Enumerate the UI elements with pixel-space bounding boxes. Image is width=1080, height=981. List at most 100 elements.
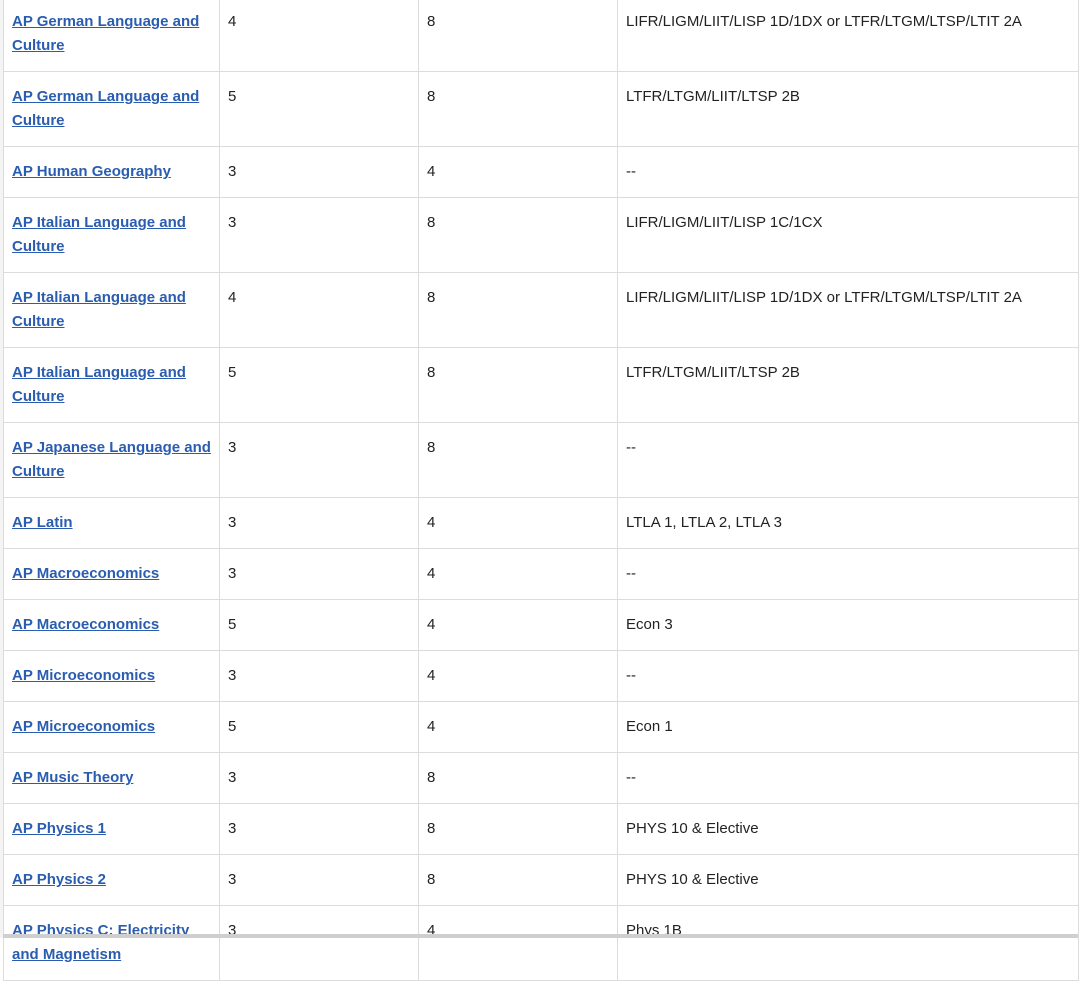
exam-cell: AP Human Geography: [3, 146, 220, 198]
table-row: AP Physics C: Electricity and Magnetism 3…: [3, 905, 1079, 981]
course-credit-cell: Econ 3: [617, 599, 1079, 651]
exam-cell: AP Italian Language and Culture: [3, 347, 220, 423]
exam-cell: AP Microeconomics: [3, 701, 220, 753]
course-credit-cell: LIFR/LIGM/LIIT/LISP 1D/1DX or LTFR/LTGM/…: [617, 272, 1079, 348]
course-credit-cell: --: [617, 146, 1079, 198]
exam-link[interactable]: AP German Language and Culture: [12, 88, 199, 129]
units-cell: 4: [418, 905, 618, 981]
course-credit-cell: --: [617, 422, 1079, 498]
exam-cell: AP Macroeconomics: [3, 599, 220, 651]
units-cell: 8: [418, 0, 618, 72]
table-row: AP Latin 3 4 LTLA 1, LTLA 2, LTLA 3: [3, 497, 1079, 549]
units-cell: 4: [418, 146, 618, 198]
table-row: AP Microeconomics 5 4 Econ 1: [3, 701, 1079, 753]
table-row: AP Italian Language and Culture 5 8 LTFR/LT…: [3, 347, 1079, 423]
exam-cell: AP Physics 1: [3, 803, 220, 855]
exam-cell: AP Japanese Language and Culture: [3, 422, 220, 498]
units-cell: 8: [418, 803, 618, 855]
score-cell: 5: [219, 347, 419, 423]
score-cell: 3: [219, 197, 419, 273]
exam-link[interactable]: AP Macroeconomics: [12, 565, 159, 582]
table-row: AP German Language and Culture 5 8 LTFR/LTG…: [3, 71, 1079, 147]
score-cell: 4: [219, 0, 419, 72]
ap-credit-table: AP German Language and Culture 4 8 LIFR/LIG…: [3, 0, 1079, 981]
score-cell: 3: [219, 497, 419, 549]
exam-link[interactable]: AP Italian Language and Culture: [12, 214, 186, 255]
course-credit-cell: LTLA 1, LTLA 2, LTLA 3: [617, 497, 1079, 549]
exam-cell: AP Physics 2: [3, 854, 220, 906]
units-cell: 8: [418, 71, 618, 147]
score-cell: 5: [219, 599, 419, 651]
units-cell: 8: [418, 422, 618, 498]
score-cell: 5: [219, 701, 419, 753]
exam-link[interactable]: AP Physics 1: [12, 820, 106, 837]
course-credit-cell: PHYS 10 & Elective: [617, 803, 1079, 855]
exam-link[interactable]: AP Italian Language and Culture: [12, 289, 186, 330]
score-cell: 3: [219, 905, 419, 981]
exam-link[interactable]: AP Macroeconomics: [12, 616, 159, 633]
exam-link[interactable]: AP Physics C: Electricity and Magnetism: [12, 922, 189, 963]
exam-link[interactable]: AP Microeconomics: [12, 718, 155, 735]
course-credit-cell: Phys 1B: [617, 905, 1079, 981]
exam-cell: AP Macroeconomics: [3, 548, 220, 600]
course-credit-cell: LTFR/LTGM/LIIT/LTSP 2B: [617, 347, 1079, 423]
units-cell: 8: [418, 197, 618, 273]
exam-cell: AP Microeconomics: [3, 650, 220, 702]
exam-cell: AP Latin: [3, 497, 220, 549]
course-credit-cell: --: [617, 752, 1079, 804]
table-row: AP Macroeconomics 5 4 Econ 3: [3, 599, 1079, 651]
exam-cell: AP Italian Language and Culture: [3, 197, 220, 273]
table-row: AP Macroeconomics 3 4 --: [3, 548, 1079, 600]
horizontal-scrollbar[interactable]: [3, 934, 1078, 938]
exam-link[interactable]: AP Microeconomics: [12, 667, 155, 684]
score-cell: 3: [219, 803, 419, 855]
units-cell: 8: [418, 854, 618, 906]
course-credit-cell: LIFR/LIGM/LIIT/LISP 1D/1DX or LTFR/LTGM/…: [617, 0, 1079, 72]
table-row: AP Music Theory 3 8 --: [3, 752, 1079, 804]
table-row: AP Microeconomics 3 4 --: [3, 650, 1079, 702]
table-body: AP German Language and Culture 4 8 LIFR/LIG…: [3, 0, 1079, 981]
score-cell: 3: [219, 548, 419, 600]
course-credit-cell: --: [617, 548, 1079, 600]
table-row: AP Italian Language and Culture 3 8 LIFR/LI…: [3, 197, 1079, 273]
course-credit-cell: --: [617, 650, 1079, 702]
course-credit-cell: LIFR/LIGM/LIIT/LISP 1C/1CX: [617, 197, 1079, 273]
course-credit-cell: Econ 1: [617, 701, 1079, 753]
score-cell: 3: [219, 854, 419, 906]
score-cell: 3: [219, 146, 419, 198]
table-row: AP Japanese Language and Culture 3 8 --: [3, 422, 1079, 498]
units-cell: 4: [418, 650, 618, 702]
exam-cell: AP Italian Language and Culture: [3, 272, 220, 348]
units-cell: 8: [418, 752, 618, 804]
exam-link[interactable]: AP Physics 2: [12, 871, 106, 888]
units-cell: 4: [418, 599, 618, 651]
exam-cell: AP Physics C: Electricity and Magnetism: [3, 905, 220, 981]
exam-link[interactable]: AP Music Theory: [12, 769, 133, 786]
exam-link[interactable]: AP Japanese Language and Culture: [12, 439, 211, 480]
exam-cell: AP German Language and Culture: [3, 71, 220, 147]
course-credit-cell: PHYS 10 & Elective: [617, 854, 1079, 906]
exam-link[interactable]: AP German Language and Culture: [12, 13, 199, 54]
score-cell: 3: [219, 650, 419, 702]
table-row: AP Physics 2 3 8 PHYS 10 & Elective: [3, 854, 1079, 906]
scrollbar-thumb[interactable]: [3, 934, 1078, 938]
table-row: AP Human Geography 3 4 --: [3, 146, 1079, 198]
exam-link[interactable]: AP Italian Language and Culture: [12, 364, 186, 405]
score-cell: 3: [219, 752, 419, 804]
exam-link[interactable]: AP Latin: [12, 514, 73, 531]
units-cell: 8: [418, 347, 618, 423]
table-row: AP Italian Language and Culture 4 8 LIFR/LI…: [3, 272, 1079, 348]
units-cell: 8: [418, 272, 618, 348]
score-cell: 3: [219, 422, 419, 498]
exam-cell: AP German Language and Culture: [3, 0, 220, 72]
table-container: AP German Language and Culture 4 8 LIFR/LIG…: [3, 0, 1079, 981]
table-row: AP Physics 1 3 8 PHYS 10 & Elective: [3, 803, 1079, 855]
score-cell: 4: [219, 272, 419, 348]
units-cell: 4: [418, 497, 618, 549]
units-cell: 4: [418, 548, 618, 600]
exam-cell: AP Music Theory: [3, 752, 220, 804]
table-row: AP German Language and Culture 4 8 LIFR/LIG…: [3, 0, 1079, 72]
course-credit-cell: LTFR/LTGM/LIIT/LTSP 2B: [617, 71, 1079, 147]
exam-link[interactable]: AP Human Geography: [12, 163, 171, 180]
units-cell: 4: [418, 701, 618, 753]
